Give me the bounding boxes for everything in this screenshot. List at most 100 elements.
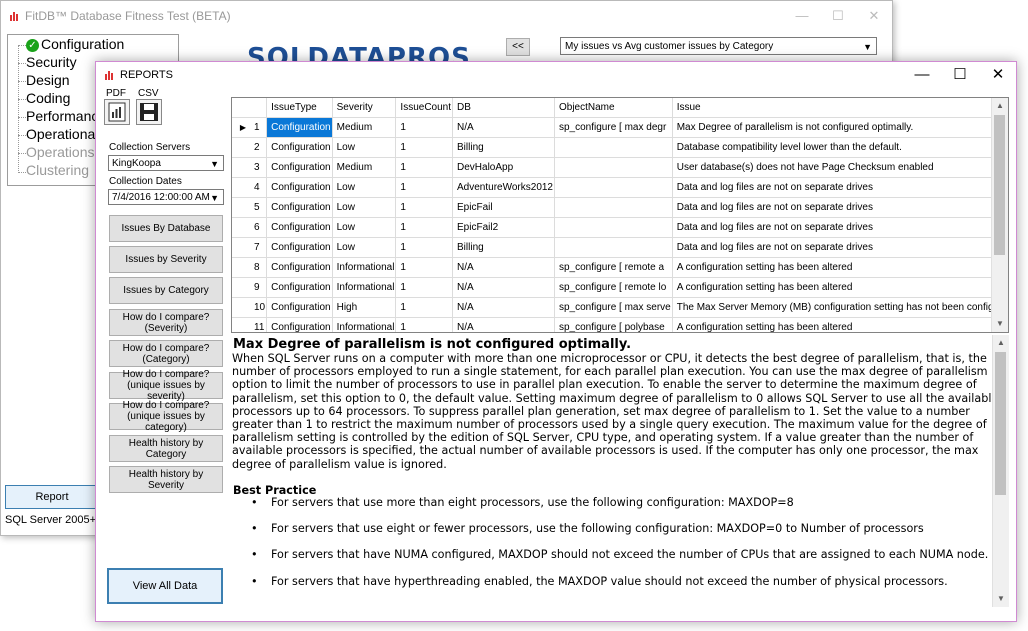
table-row[interactable]: 4 Configuration Low 1 AdventureWorks2012 Data… [232, 177, 1008, 198]
table-cell[interactable]: 1 [395, 277, 454, 298]
table-cell[interactable]: A configuration setting has been altered [672, 257, 1008, 278]
health-history-severity-button[interactable]: Health history by Severity [109, 466, 223, 493]
table-cell[interactable]: N/A [452, 117, 555, 138]
table-cell[interactable]: 1 [395, 197, 454, 218]
row-header[interactable]: 7 [232, 237, 268, 258]
issues-grid[interactable]: IssueType Severity IssueCount DB ObjectName I… [231, 97, 1009, 333]
table-cell[interactable]: Billing [452, 237, 555, 258]
table-cell[interactable] [554, 217, 673, 238]
table-cell[interactable]: Configuration [266, 257, 333, 278]
table-cell[interactable]: A configuration setting has been altered [672, 277, 1008, 298]
column-header[interactable]: IssueType [266, 98, 333, 118]
table-cell[interactable]: Configuration [266, 317, 333, 332]
health-history-category-button[interactable]: Health history by Category [109, 435, 223, 462]
row-header[interactable]: ▶ 1 [232, 117, 268, 138]
table-cell[interactable]: 1 [395, 257, 454, 278]
tree-item-operational[interactable]: Operational [26, 126, 98, 142]
table-cell[interactable]: Low [332, 197, 397, 218]
table-cell[interactable]: Configuration [266, 277, 333, 298]
table-cell[interactable]: Low [332, 217, 397, 238]
tree-item-configuration[interactable]: ✓ Configuration [26, 36, 124, 52]
table-cell[interactable]: Low [332, 177, 397, 198]
row-header[interactable]: 6 [232, 217, 268, 238]
issues-by-database-button[interactable]: Issues By Database [109, 215, 223, 242]
column-header[interactable]: IssueCount [395, 98, 454, 118]
compare-severity-button[interactable]: How do I compare? (Severity) [109, 309, 223, 336]
row-header[interactable]: 10 [232, 297, 268, 318]
table-cell[interactable]: Data and log files are not on separate d… [672, 237, 1008, 258]
column-header[interactable]: Issue [672, 98, 1008, 118]
table-row[interactable]: 11 Configuration Informational 1 N/A sp_confi… [232, 317, 1008, 332]
table-row[interactable]: ▶ 1 Configuration Medium 1 N/A sp_configure [ … [232, 117, 1008, 138]
table-cell[interactable]: Database compatibility level lower than … [672, 137, 1008, 158]
table-cell[interactable]: Configuration [266, 177, 333, 198]
minimize-icon[interactable]: — [903, 62, 941, 88]
minimize-icon[interactable]: — [787, 5, 817, 27]
column-header[interactable]: Severity [332, 98, 397, 118]
table-cell[interactable]: 1 [395, 137, 454, 158]
table-row[interactable]: 6 Configuration Low 1 EpicFail2 Data and log … [232, 217, 1008, 238]
table-cell[interactable]: sp_configure [ remote a [554, 257, 673, 278]
table-cell[interactable]: Data and log files are not on separate d… [672, 177, 1008, 198]
table-cell[interactable]: Configuration [266, 217, 333, 238]
issues-by-severity-button[interactable]: Issues by Severity [109, 246, 223, 273]
table-cell[interactable]: Informational [332, 257, 397, 278]
table-cell[interactable]: N/A [452, 297, 555, 318]
issues-by-category-button[interactable]: Issues by Category [109, 277, 223, 304]
table-row[interactable]: 7 Configuration Low 1 Billing Data and log fi… [232, 237, 1008, 258]
table-cell[interactable]: sp_configure [ max serve [554, 297, 673, 318]
table-cell[interactable] [554, 157, 673, 178]
table-row[interactable]: 5 Configuration Low 1 EpicFail Data and log f… [232, 197, 1008, 218]
table-cell[interactable]: Configuration [266, 197, 333, 218]
table-cell[interactable]: 1 [395, 117, 454, 138]
row-header[interactable]: 11 [232, 317, 268, 332]
collection-server-select[interactable]: KingKoopa ▼ [108, 155, 224, 171]
table-cell[interactable]: Low [332, 137, 397, 158]
close-icon[interactable]: ✕ [859, 5, 889, 27]
table-cell[interactable]: Data and log files are not on separate d… [672, 217, 1008, 238]
table-cell[interactable]: Data and log files are not on separate d… [672, 197, 1008, 218]
scroll-thumb[interactable] [994, 115, 1005, 255]
table-cell[interactable]: User database(s) does not have Page Chec… [672, 157, 1008, 178]
table-row[interactable]: 3 Configuration Medium 1 DevHaloApp User data… [232, 157, 1008, 178]
grid-scrollbar[interactable]: ▲ ▼ [991, 98, 1008, 332]
report-button[interactable]: Report [5, 485, 99, 509]
table-cell[interactable]: N/A [452, 277, 555, 298]
column-header[interactable]: ObjectName [554, 98, 673, 118]
tree-item-design[interactable]: Design [26, 72, 70, 88]
table-cell[interactable]: 1 [395, 217, 454, 238]
tree-item-coding[interactable]: Coding [26, 90, 70, 106]
table-cell[interactable]: sp_configure [ remote lo [554, 277, 673, 298]
compare-unique-severity-button[interactable]: How do I compare? (unique issues by seve… [109, 369, 223, 402]
table-cell[interactable]: 1 [395, 317, 454, 332]
collection-date-select[interactable]: 7/4/2016 12:00:00 AM ▼ [108, 189, 224, 205]
table-cell[interactable]: sp_configure [ polybase [554, 317, 673, 332]
row-header[interactable]: 9 [232, 277, 268, 298]
table-cell[interactable]: Configuration [266, 297, 333, 318]
maximize-icon[interactable]: ☐ [823, 5, 853, 27]
table-cell[interactable]: 1 [395, 237, 454, 258]
column-header[interactable]: DB [452, 98, 555, 118]
table-cell[interactable] [554, 137, 673, 158]
table-row[interactable]: 9 Configuration Informational 1 N/A sp_config… [232, 277, 1008, 298]
table-cell[interactable]: Configuration [266, 117, 333, 138]
table-cell[interactable]: Configuration [266, 157, 333, 178]
scroll-thumb[interactable] [995, 352, 1006, 495]
collapse-button[interactable]: << [506, 38, 530, 56]
pdf-export-button[interactable] [104, 99, 130, 125]
scroll-up-icon[interactable]: ▲ [993, 335, 1009, 351]
table-cell[interactable]: EpicFail2 [452, 217, 555, 238]
row-header[interactable]: 4 [232, 177, 268, 198]
table-cell[interactable]: High [332, 297, 397, 318]
scroll-up-icon[interactable]: ▲ [992, 98, 1008, 114]
table-cell[interactable]: Medium [332, 157, 397, 178]
table-row[interactable]: 8 Configuration Informational 1 N/A sp_config… [232, 257, 1008, 278]
table-cell[interactable]: Configuration [266, 237, 333, 258]
csv-save-button[interactable] [136, 99, 162, 125]
column-header[interactable] [232, 98, 268, 118]
row-header[interactable]: 5 [232, 197, 268, 218]
compare-category-button[interactable]: How do I compare? (Category) [109, 340, 223, 367]
table-cell[interactable]: Configuration [266, 137, 333, 158]
scroll-down-icon[interactable]: ▼ [992, 316, 1008, 332]
table-cell[interactable]: EpicFail [452, 197, 555, 218]
